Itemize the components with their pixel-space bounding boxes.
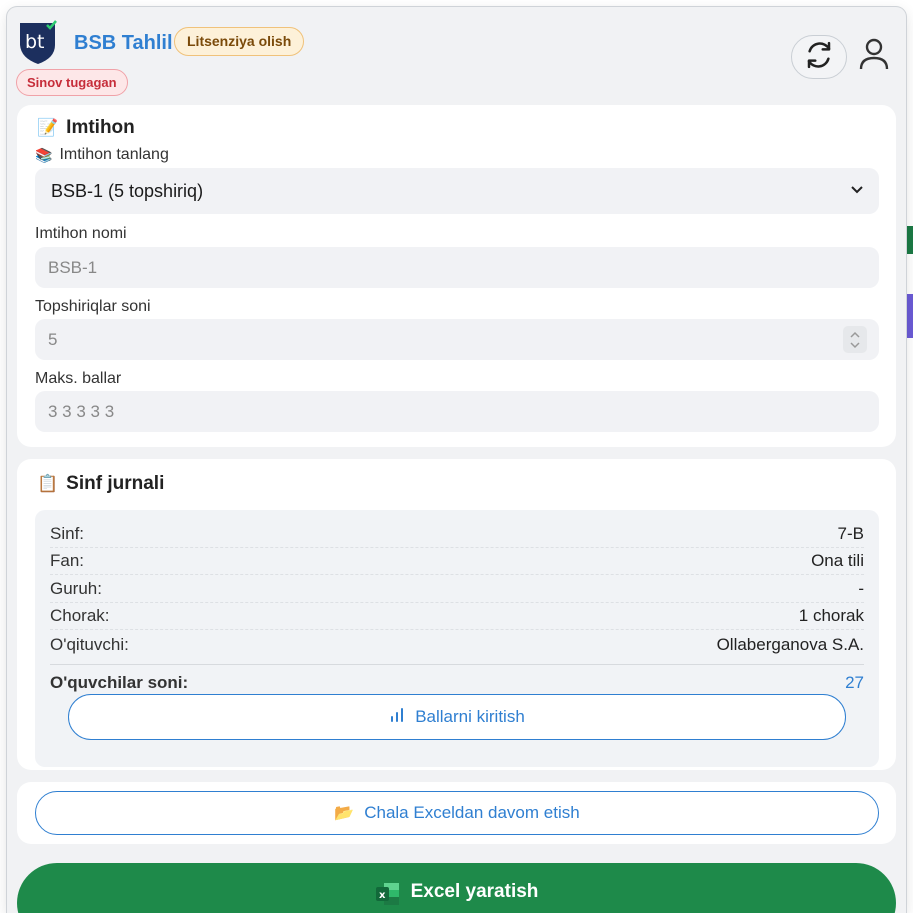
max-scores-placeholder: 3 3 3 3 3 [48, 402, 115, 421]
exam-name-label: Imtihon nomi [35, 225, 127, 242]
exam-section-title: 📝 Imtihon [37, 117, 135, 138]
license-badge[interactable]: Litsenziya olish [174, 27, 305, 56]
refresh-button[interactable] [791, 35, 847, 79]
exam-name-placeholder: BSB-1 [48, 258, 98, 277]
task-count-label: Topshiriqlar soni [35, 298, 151, 315]
journal-row-teacher: O'qituvchi: Ollaberganova S.A. [50, 634, 864, 654]
journal-info-box: Sinf: 7-B Fan: Ona tili Guruh: - Chorak: 1 c… [35, 510, 879, 767]
svg-text:bt: bt [25, 31, 45, 53]
user-icon [858, 37, 890, 76]
bar-chart-icon [389, 707, 405, 728]
header: bt BSB Tahlil Litsenziya olish Sinov tug… [7, 7, 906, 105]
journal-section-title: 📋 Sinf jurnali [37, 473, 165, 494]
app-logo: bt [17, 19, 59, 65]
journal-row-quarter: Chorak: 1 chorak [50, 603, 864, 630]
user-account-button[interactable] [857, 37, 891, 76]
background-purple-strip [906, 294, 913, 338]
continue-from-excel-button[interactable]: 📂 Chala Exceldan davom etish [35, 791, 879, 835]
journal-row-class: Sinf: 7-B [50, 521, 864, 548]
journal-divider [50, 664, 864, 665]
addin-panel: bt BSB Tahlil Litsenziya olish Sinov tug… [7, 7, 906, 913]
journal-row-students: O'quvchilar soni: 27 [50, 672, 864, 692]
journal-row-group: Guruh: - [50, 576, 864, 603]
svg-text:x: x [379, 890, 386, 901]
create-excel-button[interactable]: x Excel yaratish [17, 863, 896, 913]
memo-icon: 📝 [37, 118, 59, 137]
journal-card: 📋 Sinf jurnali Sinf: 7-B Fan: Ona tili Gur… [17, 459, 896, 770]
clipboard-icon: 📋 [37, 474, 59, 493]
excel-icon: x [375, 881, 401, 913]
max-scores-field[interactable]: 3 3 3 3 3 [35, 391, 879, 432]
trial-status-badge: Sinov tugagan [16, 69, 128, 96]
stepper-arrows[interactable] [843, 326, 867, 353]
books-icon: 📚 [35, 146, 53, 163]
app-title: BSB Tahlil [74, 32, 173, 54]
exam-select[interactable]: BSB-1 (5 topshiriq) [35, 168, 879, 214]
exam-card: 📝 Imtihon 📚 Imtihon tanlang BSB-1 (5 top… [17, 105, 896, 447]
journal-row-subject: Fan: Ona tili [50, 548, 864, 575]
chevron-down-icon [849, 168, 865, 231]
continue-card: 📂 Chala Exceldan davom etish [17, 782, 896, 844]
enter-scores-button[interactable]: Ballarni kiritish [68, 694, 846, 740]
task-count-stepper[interactable]: 5 [35, 319, 879, 360]
task-count-value: 5 [48, 330, 58, 349]
max-scores-label: Maks. ballar [35, 370, 122, 387]
refresh-icon [804, 40, 834, 75]
folder-icon: 📂 [334, 805, 355, 822]
exam-select-label: 📚 Imtihon tanlang [35, 146, 169, 163]
exam-name-field[interactable]: BSB-1 [35, 247, 879, 288]
background-green-strip [906, 226, 913, 254]
